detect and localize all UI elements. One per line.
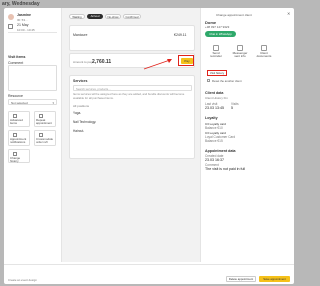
status-confirmed[interactable]: Confirmed xyxy=(123,14,141,19)
client-data-subtitle: Client History Fin xyxy=(205,96,228,100)
visit-history-label: Visit history xyxy=(209,71,225,75)
comment-field[interactable] xyxy=(8,65,57,91)
appointment-data-title: Appointment data xyxy=(205,149,236,153)
whatsapp-button-label: Chat in WhatsApp xyxy=(209,32,232,36)
list-item-label: Haircut xyxy=(73,129,84,133)
middle-column: Waiting Arrived No-show Confirmed Manicu… xyxy=(61,8,201,262)
modal-footer: Create an event design Delete appointmen… xyxy=(4,264,294,284)
delete-appointment-button[interactable]: Delete appointment xyxy=(226,276,256,282)
chevron-down-icon: ▾ xyxy=(52,100,54,105)
footer-link[interactable]: Create an event design xyxy=(8,278,37,282)
divider xyxy=(8,32,57,33)
client-phone[interactable]: +38 097 147 9323 xyxy=(205,25,229,29)
left-column: Jasmine ID: 53… 21 May 10:00 - 10:45 Vis… xyxy=(4,8,61,262)
right-column: Change appointment client ✕ Dome +38 097… xyxy=(201,8,294,262)
status-arrived-label: Arrived xyxy=(90,14,100,18)
advanced-items-button[interactable]: Advanced items xyxy=(8,111,30,127)
visit-items-label: Visit items xyxy=(8,55,26,59)
status-waiting[interactable]: Waiting xyxy=(69,14,85,19)
status-waiting-label: Waiting xyxy=(72,15,82,19)
calendar-date-title: ary, Wednesday xyxy=(2,1,40,7)
services-search-input[interactable]: Search services, products... xyxy=(73,85,192,91)
last-visit-value: 23.03 13:45 xyxy=(205,106,224,110)
resource-label: Resource xyxy=(8,94,23,98)
messenger-button[interactable]: Messenger sent info xyxy=(233,45,247,58)
payment-card: Amount to pay 2,760.11 Pay xyxy=(69,53,195,68)
reset-client-label: Reset the another client xyxy=(212,78,242,83)
whatsapp-button[interactable]: Chat in WhatsApp xyxy=(205,31,236,37)
created-date-value: 23.03 16:37 xyxy=(205,158,224,162)
services-search-placeholder: Search services, products... xyxy=(76,87,111,91)
repeat-appointment-button[interactable]: Repeat appointment xyxy=(34,111,56,127)
loyalty-line: Balance €15 xyxy=(205,139,223,143)
list-item[interactable]: Haircut › xyxy=(73,127,192,135)
client-documents-button[interactable]: Client documents xyxy=(257,45,271,58)
change-client-link[interactable]: Change appointment client xyxy=(216,13,252,17)
loyalty-title: Loyalty xyxy=(205,116,218,120)
reset-checkbox[interactable] xyxy=(207,79,210,82)
close-icon[interactable]: ✕ xyxy=(287,11,290,16)
loyalty-line: Balance €10 xyxy=(205,126,223,130)
services-card: Services Search services, products... It… xyxy=(69,75,195,159)
visits-value: 5 xyxy=(231,106,233,110)
list-item[interactable]: Yoga › xyxy=(73,109,192,117)
positions-title: All positions xyxy=(73,104,90,108)
service-price: €249.11 xyxy=(174,33,187,37)
client-data-title: Client data xyxy=(205,91,224,95)
visit-history-button[interactable]: Visit history xyxy=(207,70,227,76)
chevron-right-icon: › xyxy=(95,119,96,124)
list-item-label: Nail Technology xyxy=(73,120,96,124)
services-note: Items services will be assigned here as … xyxy=(73,92,185,100)
appointment-comment-value: The visit is not paid in full xyxy=(205,167,246,171)
service-card: Manicure €249.11 xyxy=(69,25,195,51)
status-arrived[interactable]: Arrived xyxy=(87,14,103,19)
status-confirmed-label: Confirmed xyxy=(125,15,139,19)
avatar xyxy=(8,14,14,20)
amount-value: 2,760.11 xyxy=(92,58,112,65)
appointment-notifications-button[interactable]: Appointment notifications xyxy=(8,130,30,146)
save-appointment-button[interactable]: Save appointment xyxy=(259,276,290,282)
crossmodule-order-button[interactable]: Crossmodule order refr xyxy=(34,130,56,146)
resource-select-value: Not selected xyxy=(11,101,28,105)
service-name[interactable]: Manicure xyxy=(73,33,87,37)
appointment-modal: Jasmine ID: 53… 21 May 10:00 - 10:45 Vis… xyxy=(4,8,294,284)
amount-label: Amount to pay xyxy=(73,60,93,64)
delete-appointment-label: Delete appointment xyxy=(228,277,254,281)
client-id: ID: 53… xyxy=(17,17,29,22)
resource-select[interactable]: Not selected ▾ xyxy=(8,99,57,105)
status-no-show[interactable]: No-show xyxy=(105,14,121,19)
calendar-icon xyxy=(8,24,13,29)
pay-highlight-box xyxy=(178,55,194,66)
chevron-right-icon: › xyxy=(83,128,84,133)
client-name[interactable]: Jasmine xyxy=(17,13,31,17)
appointment-time[interactable]: 10:00 - 10:45 xyxy=(17,28,35,32)
appointment-date[interactable]: 21 May xyxy=(17,23,28,27)
change-history-button[interactable]: Change history xyxy=(8,149,30,163)
annotation-arrow xyxy=(143,59,172,70)
chevron-right-icon: › xyxy=(80,110,81,115)
status-no-show-label: No-show xyxy=(107,15,119,19)
save-appointment-label: Save appointment xyxy=(263,277,286,281)
services-title: Services xyxy=(73,79,88,83)
list-item[interactable]: Nail Technology › xyxy=(73,118,192,126)
send-reminder-button[interactable]: Send reminder xyxy=(209,45,223,58)
